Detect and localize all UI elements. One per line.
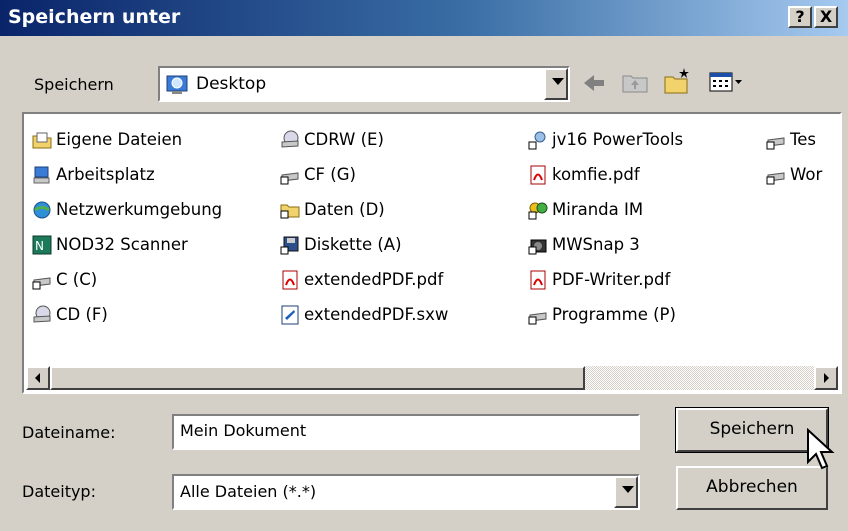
- back-arrow-icon[interactable]: [580, 70, 608, 101]
- list-item[interactable]: Wor: [766, 157, 822, 192]
- list-item[interactable]: CD (F): [32, 297, 222, 332]
- desktop-icon: [166, 73, 188, 95]
- list-item[interactable]: Netzwerkumgebung: [32, 192, 222, 227]
- drive-icon: [32, 270, 52, 290]
- writer-doc-icon: [280, 305, 300, 325]
- shortcut-app-icon: [528, 130, 548, 150]
- list-item[interactable]: C (C): [32, 262, 222, 297]
- filetype-dropdown-button[interactable]: [614, 476, 638, 508]
- scroll-right-button[interactable]: [814, 366, 838, 390]
- file-column-2: CDRW (E) CF (G) Daten (D) Diskette (A) e…: [280, 122, 448, 332]
- new-folder-icon[interactable]: [662, 66, 692, 101]
- save-in-dropdown[interactable]: Desktop: [158, 66, 570, 102]
- drive-icon: [766, 165, 786, 185]
- close-button[interactable]: X: [814, 6, 838, 28]
- list-item[interactable]: Eigene Dateien: [32, 122, 222, 157]
- mouse-cursor-icon: [806, 427, 836, 477]
- save-in-dropdown-button[interactable]: [544, 68, 568, 100]
- drive-icon: [766, 130, 786, 150]
- horizontal-scrollbar[interactable]: [26, 366, 838, 390]
- list-item[interactable]: CF (G): [280, 157, 448, 192]
- list-item[interactable]: extendedPDF.sxw: [280, 297, 448, 332]
- mwsnap-icon: [528, 235, 548, 255]
- window-title: Speichern unter: [8, 6, 181, 28]
- title-bar[interactable]: Speichern unter ? X: [0, 0, 848, 36]
- cd-drive-icon: [280, 130, 300, 150]
- folder-shortcut-icon: [280, 200, 300, 220]
- chevron-left-icon: [35, 373, 40, 383]
- pdf-icon: [280, 270, 300, 290]
- cd-drive-icon: [32, 305, 52, 325]
- file-column-4: Tes Wor: [766, 122, 822, 192]
- list-item[interactable]: PDF-Writer.pdf: [528, 262, 683, 297]
- file-list[interactable]: Eigene Dateien Arbeitsplatz Netzwerkumge…: [22, 112, 842, 394]
- list-item[interactable]: Daten (D): [280, 192, 448, 227]
- computer-icon: [32, 165, 52, 185]
- file-column-1: Eigene Dateien Arbeitsplatz Netzwerkumge…: [32, 122, 222, 332]
- list-item[interactable]: MWSnap 3: [528, 227, 683, 262]
- scroll-left-button[interactable]: [26, 366, 50, 390]
- drive-icon: [280, 165, 300, 185]
- list-item[interactable]: CDRW (E): [280, 122, 448, 157]
- list-item[interactable]: jv16 PowerTools: [528, 122, 683, 157]
- miranda-icon: [528, 200, 548, 220]
- help-button[interactable]: ?: [788, 6, 812, 28]
- file-column-3: jv16 PowerTools komfie.pdf Miranda IM MW…: [528, 122, 683, 332]
- shortcut-app-icon: N: [32, 235, 52, 255]
- list-item[interactable]: Diskette (A): [280, 227, 448, 262]
- pdf-icon: [528, 270, 548, 290]
- floppy-icon: [280, 235, 300, 255]
- list-item[interactable]: Tes: [766, 122, 822, 157]
- filename-label: Dateiname:: [22, 423, 116, 442]
- list-item[interactable]: Arbeitsplatz: [32, 157, 222, 192]
- list-item[interactable]: extendedPDF.pdf: [280, 262, 448, 297]
- up-folder-icon[interactable]: [620, 68, 650, 101]
- save-in-value: Desktop: [196, 74, 267, 94]
- filetype-label: Dateityp:: [22, 482, 96, 501]
- filetype-value: Alle Dateien (*.*): [180, 482, 317, 501]
- drive-icon: [528, 305, 548, 325]
- scroll-track[interactable]: [50, 366, 814, 390]
- filename-input[interactable]: Mein Dokument: [172, 414, 640, 450]
- chevron-right-icon: [824, 373, 829, 383]
- list-item[interactable]: Programme (P): [528, 297, 683, 332]
- list-item[interactable]: komfie.pdf: [528, 157, 683, 192]
- svg-text:N: N: [35, 239, 44, 253]
- scroll-thumb[interactable]: [50, 366, 585, 390]
- list-item[interactable]: Miranda IM: [528, 192, 683, 227]
- filetype-dropdown[interactable]: Alle Dateien (*.*): [172, 474, 640, 510]
- folder-documents-icon: [32, 130, 52, 150]
- view-menu-icon[interactable]: [708, 70, 744, 99]
- network-icon: [32, 200, 52, 220]
- save-in-label: Speichern: [34, 75, 114, 94]
- pdf-icon: [528, 165, 548, 185]
- list-item[interactable]: N NOD32 Scanner: [32, 227, 222, 262]
